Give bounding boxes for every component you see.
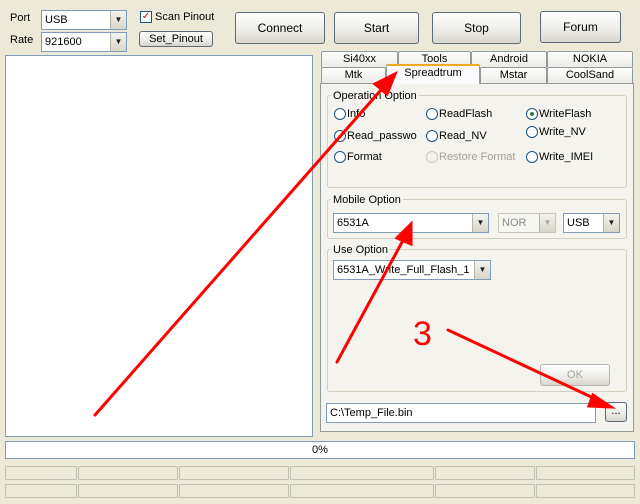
use-mode-value: 6531A_Write_Full_Flash_1 [337,264,470,276]
status-cell [78,484,178,498]
radio-format-label: Format [347,151,382,163]
status-cell [179,466,289,480]
use-option-title: Use Option [331,244,391,256]
status-cell [536,466,635,480]
set-pinout-button[interactable]: Set_Pinout [139,31,213,47]
radio-info-label: Info [347,108,366,120]
port-select[interactable]: USB ▼ [41,10,127,30]
model-value: 6531A [337,217,369,229]
file-path-input[interactable]: C:\Temp_File.bin [326,403,596,423]
port-label: Port [10,12,31,24]
model-select[interactable]: 6531A ▼ [333,213,489,233]
flash-type-select: NOR ▼ [498,213,556,233]
status-cell [78,466,178,480]
scan-pinout-label: Scan Pinout [155,11,215,23]
connect-button[interactable]: Connect [235,12,325,44]
rate-value: 921600 [45,36,82,48]
status-cell [290,484,434,498]
tab-coolsand[interactable]: CoolSand [547,67,633,83]
operation-option-title: Operation Option [331,90,419,102]
radio-read-nv-label: Read_NV [439,130,487,142]
tab-mtk[interactable]: Mtk [321,67,386,83]
status-cell [290,466,434,480]
start-button[interactable]: Start [334,12,419,44]
browse-button[interactable]: ... [605,402,627,422]
status-cell [5,484,77,498]
tab-mstar[interactable]: Mstar [480,67,547,83]
tab-nokia[interactable]: NOKIA [547,51,633,67]
radio-read-nv[interactable] [426,130,438,142]
chevron-down-icon[interactable]: ▼ [110,33,126,51]
status-cell [536,484,635,498]
radio-writeflash-label: WriteFlash [539,108,592,120]
interface-value: USB [567,217,590,229]
status-cell [179,484,289,498]
use-mode-select[interactable]: 6531A_Write_Full_Flash_1 ▼ [333,260,491,280]
radio-readflash[interactable] [426,108,438,120]
chevron-down-icon[interactable]: ▼ [472,214,488,232]
tab-spreadtrum[interactable]: Spreadtrum [386,64,480,84]
chevron-down-icon[interactable]: ▼ [474,261,490,279]
rate-select[interactable]: 921600 ▼ [41,32,127,52]
chevron-down-icon[interactable]: ▼ [110,11,126,29]
radio-info[interactable] [334,108,346,120]
radio-write-nv[interactable] [526,126,538,138]
interface-select[interactable]: USB ▼ [563,213,620,233]
scan-pinout-checkbox[interactable]: ✓ [140,11,152,23]
rate-label: Rate [10,34,34,46]
status-cell [435,466,535,480]
radio-format[interactable] [334,151,346,163]
status-cell [5,466,77,480]
progress-label: 0% [312,444,328,456]
tab-android[interactable]: Android [471,51,547,67]
stop-button[interactable]: Stop [432,12,521,44]
radio-restore-format [426,151,438,163]
flash-type-value: NOR [502,217,527,229]
radio-write-imei[interactable] [526,151,538,163]
radio-restore-format-label: Restore Format [439,151,516,163]
port-value: USB [45,14,68,26]
ok-button: OK [540,364,610,386]
radio-write-imei-label: Write_IMEI [539,151,594,163]
chevron-down-icon: ▼ [539,214,555,232]
progress-bar: 0% [5,441,635,459]
radio-readflash-label: ReadFlash [439,108,493,120]
radio-write-nv-label: Write_NV [539,126,586,138]
forum-button[interactable]: Forum [540,11,621,43]
status-cell [435,484,535,498]
radio-read-password-label: Read_passwo [347,130,417,142]
chevron-down-icon[interactable]: ▼ [603,214,619,232]
radio-read-password[interactable] [334,130,346,142]
radio-writeflash[interactable] [526,108,538,120]
log-output-area[interactable] [5,55,313,437]
mobile-option-title: Mobile Option [331,194,403,206]
